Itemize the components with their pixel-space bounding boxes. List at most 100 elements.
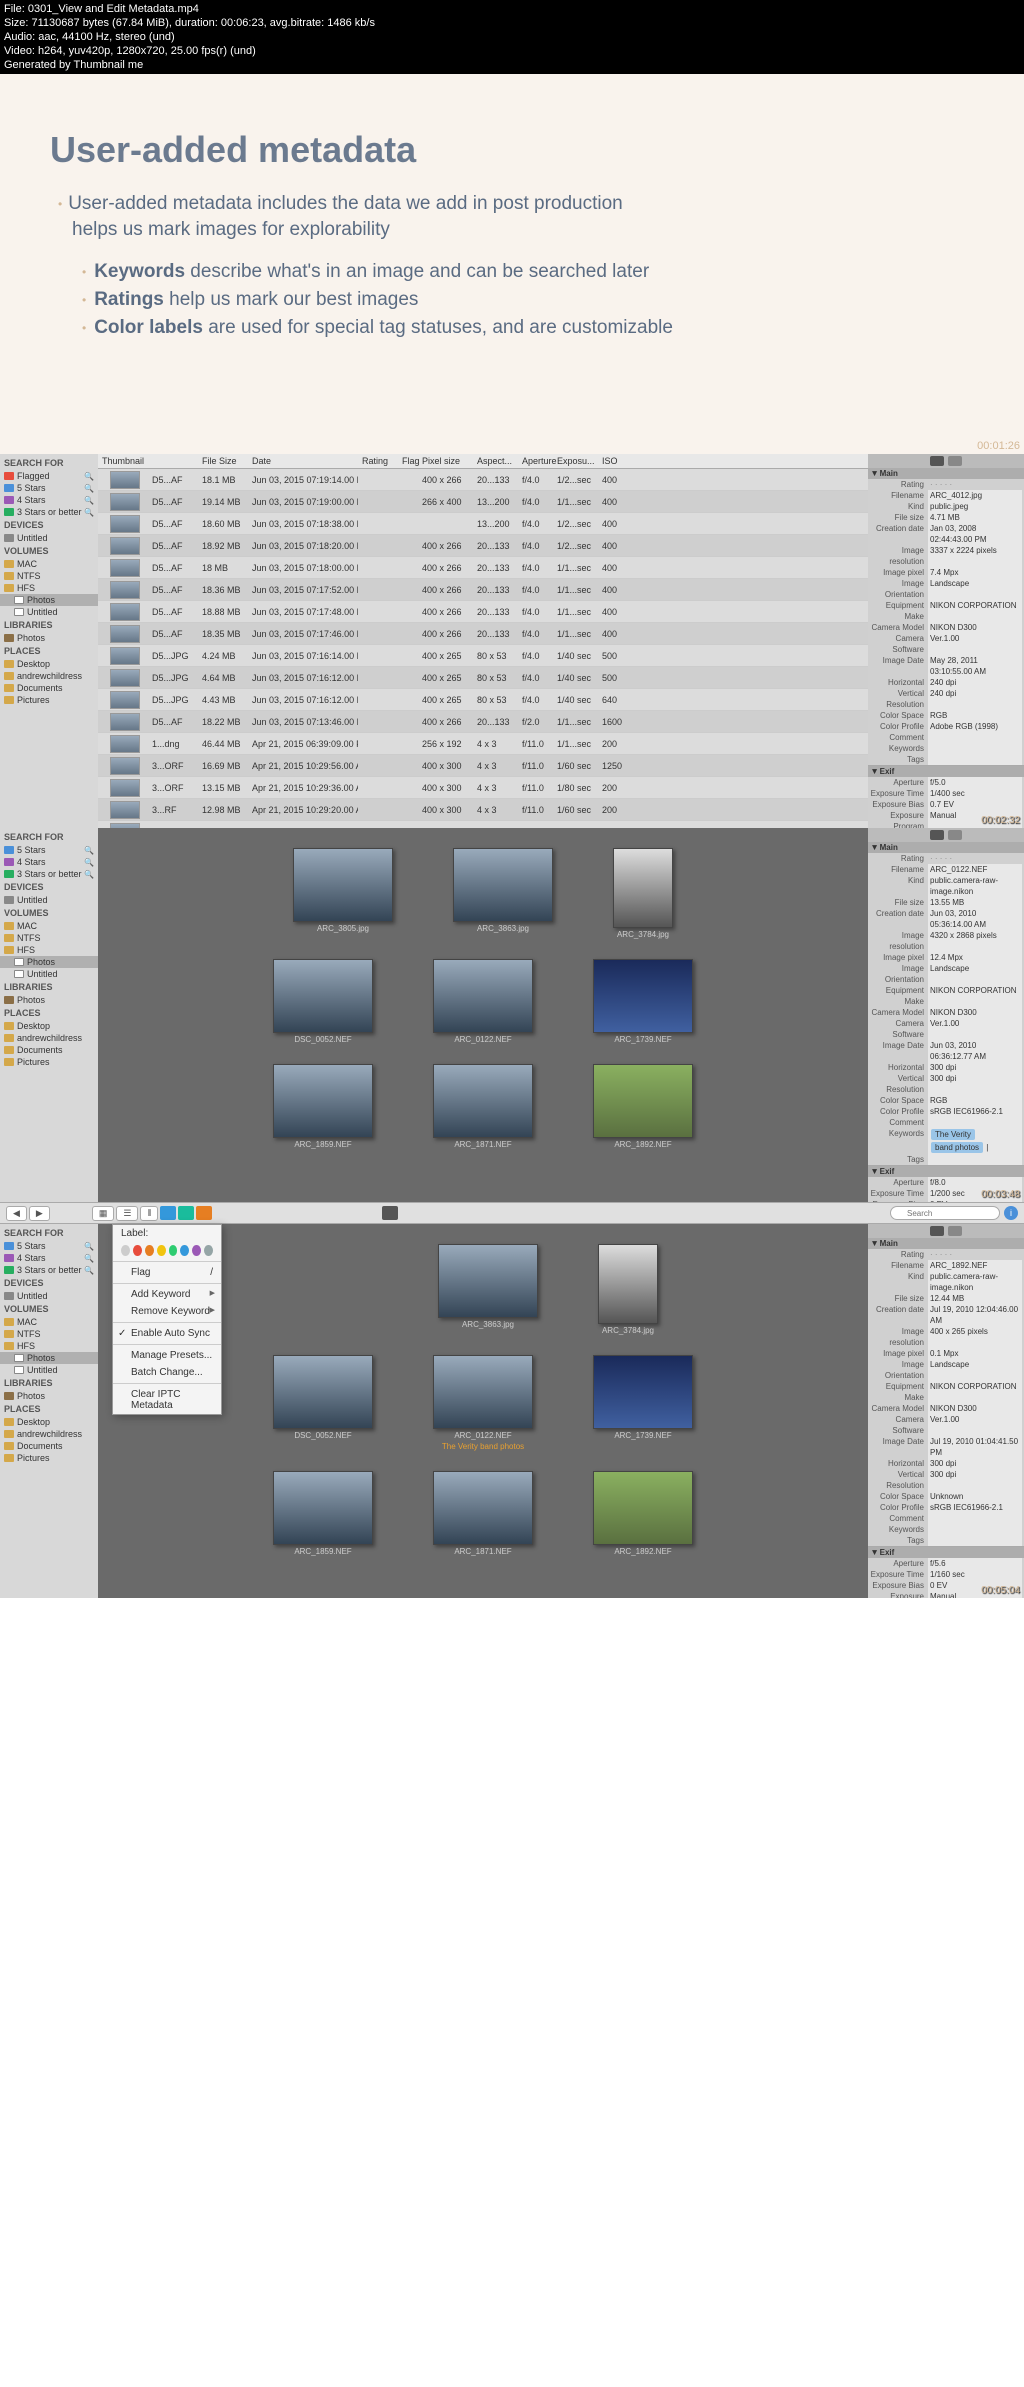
sidebar-ntfs[interactable]: NTFS	[0, 1328, 98, 1340]
file-row[interactable]: 3...RF 12.98 MB Apr 21, 2015 10:29:20.00…	[98, 799, 868, 821]
thumbnail-item[interactable]: ARC_1739.NEF	[593, 1355, 693, 1451]
file-row[interactable]: 3...RF 11.21 MB Apr 21, 2015 10:29:08.00…	[98, 821, 868, 828]
col-date[interactable]: Date	[248, 456, 358, 466]
meta-group-main[interactable]: Main	[868, 468, 1024, 479]
sidebar-hfs[interactable]: HFS	[0, 1340, 98, 1352]
thumbnail-item[interactable]: ARC_3784.jpg	[613, 848, 673, 939]
info-button[interactable]: i	[1004, 1206, 1018, 1220]
col-aperture[interactable]: Aperture	[518, 456, 553, 466]
sidebar-ntfs[interactable]: NTFS	[0, 932, 98, 944]
col-pixel[interactable]: Pixel size	[418, 456, 473, 466]
sidebar-user[interactable]: andrewchildress	[0, 1032, 98, 1044]
sidebar-documents[interactable]: Documents	[0, 1044, 98, 1056]
file-row[interactable]: D5...AF 18.88 MB Jun 03, 2015 07:17:48.0…	[98, 601, 868, 623]
sidebar-hfs[interactable]: HFS	[0, 582, 98, 594]
sidebar-photos-folder[interactable]: Photos	[0, 956, 98, 968]
action-icon[interactable]	[196, 1206, 212, 1220]
thumbnail-item[interactable]: ARC_3805.jpg	[293, 848, 393, 939]
sidebar-untitled[interactable]: Untitled	[0, 532, 98, 544]
sidebar-user[interactable]: andrewchildress	[0, 1428, 98, 1440]
sidebar-desktop[interactable]: Desktop	[0, 658, 98, 670]
color-yellow[interactable]	[157, 1245, 166, 1256]
thumbnail-item[interactable]: ARC_1892.NEF	[593, 1064, 693, 1149]
sidebar-untitled2[interactable]: Untitled	[0, 968, 98, 980]
file-row[interactable]: D5...AF 19.14 MB Jun 03, 2015 07:19:00.0…	[98, 491, 868, 513]
sidebar-flagged[interactable]: Flagged🔍	[0, 470, 98, 482]
sidebar-untitled[interactable]: Untitled	[0, 894, 98, 906]
context-flag[interactable]: Flag/	[113, 1264, 221, 1281]
meta-group-exif[interactable]: Exif	[868, 1166, 1024, 1177]
file-row[interactable]: 3...ORF 16.69 MB Apr 21, 2015 10:29:56.0…	[98, 755, 868, 777]
meta-group-exif[interactable]: Exif	[868, 766, 1024, 777]
view-grid-button[interactable]: ▦	[92, 1206, 115, 1221]
sidebar-5stars[interactable]: 5 Stars🔍	[0, 844, 98, 856]
share-icon[interactable]	[160, 1206, 176, 1220]
thumbnail-item[interactable]: ARC_1859.NEF	[273, 1064, 373, 1149]
meta-group-main[interactable]: Main	[868, 1238, 1024, 1249]
sidebar-desktop[interactable]: Desktop	[0, 1416, 98, 1428]
sidebar-ntfs[interactable]: NTFS	[0, 570, 98, 582]
thumbnail-item[interactable]: ARC_1892.NEF	[593, 1471, 693, 1556]
sidebar-photos-folder[interactable]: Photos	[0, 594, 98, 606]
sidebar-3stars[interactable]: 3 Stars or better🔍	[0, 868, 98, 880]
meta-tab-color[interactable]	[948, 456, 962, 466]
col-rating[interactable]: Rating	[358, 456, 398, 466]
color-blue[interactable]	[180, 1245, 189, 1256]
sidebar-photos-folder[interactable]: Photos	[0, 1352, 98, 1364]
sidebar-5stars[interactable]: 5 Stars🔍	[0, 482, 98, 494]
thumbnail-item[interactable]: ARC_3863.jpg	[453, 848, 553, 939]
file-row[interactable]: D5...AF 18.36 MB Jun 03, 2015 07:17:52.0…	[98, 579, 868, 601]
file-row[interactable]: 3...ORF 13.15 MB Apr 21, 2015 10:29:36.0…	[98, 777, 868, 799]
sidebar-4stars[interactable]: 4 Stars🔍	[0, 856, 98, 868]
search-input[interactable]	[890, 1206, 1000, 1220]
thumbnail-item[interactable]: ARC_1871.NEF	[433, 1471, 533, 1556]
thumbnail-item[interactable]: ARC_3863.jpg	[438, 1244, 538, 1335]
col-filesize[interactable]: File Size	[198, 456, 248, 466]
file-row[interactable]: D5...AF 18.1 MB Jun 03, 2015 07:19:14.00…	[98, 469, 868, 491]
color-red[interactable]	[133, 1245, 142, 1256]
sidebar-photos-lib[interactable]: Photos	[0, 632, 98, 644]
sidebar-user[interactable]: andrewchildress	[0, 670, 98, 682]
nav-forward-button[interactable]: ▶	[29, 1206, 50, 1221]
sidebar-photos-lib[interactable]: Photos	[0, 1390, 98, 1402]
file-row[interactable]: D5...JPG 4.43 MB Jun 03, 2015 07:16:12.0…	[98, 689, 868, 711]
color-none[interactable]	[121, 1245, 130, 1256]
meta-tab-color[interactable]	[948, 1226, 962, 1236]
col-exposure[interactable]: Exposu...	[553, 456, 598, 466]
context-auto-sync[interactable]: Enable Auto Sync	[113, 1325, 221, 1342]
sidebar-untitled2[interactable]: Untitled	[0, 1364, 98, 1376]
color-orange[interactable]	[145, 1245, 154, 1256]
thumbnail-item[interactable]: ARC_1871.NEF	[433, 1064, 533, 1149]
thumbnail-item[interactable]: ARC_1739.NEF	[593, 959, 693, 1044]
context-clear-iptc[interactable]: Clear IPTC Metadata	[113, 1386, 221, 1414]
file-row[interactable]: D5...AF 18.60 MB Jun 03, 2015 07:18:38.0…	[98, 513, 868, 535]
sidebar-mac[interactable]: MAC	[0, 558, 98, 570]
sidebar-5stars[interactable]: 5 Stars🔍	[0, 1240, 98, 1252]
sidebar-mac[interactable]: MAC	[0, 920, 98, 932]
thumbnail-item[interactable]: ARC_0122.NEF	[433, 959, 533, 1044]
color-purple[interactable]	[192, 1245, 201, 1256]
color-grey[interactable]	[204, 1245, 213, 1256]
nav-back-button[interactable]: ◀	[6, 1206, 27, 1221]
slideshow-icon[interactable]	[382, 1206, 398, 1220]
file-row[interactable]: D5...AF 18.35 MB Jun 03, 2015 07:17:46.0…	[98, 623, 868, 645]
sidebar-photos-lib[interactable]: Photos	[0, 994, 98, 1006]
thumbnail-item[interactable]: ARC_0122.NEFThe Verity band photos	[433, 1355, 533, 1451]
context-batch-change[interactable]: Batch Change...	[113, 1364, 221, 1381]
meta-tab-info[interactable]	[930, 830, 944, 840]
file-row[interactable]: D5...JPG 4.24 MB Jun 03, 2015 07:16:14.0…	[98, 645, 868, 667]
context-add-keyword[interactable]: Add Keyword	[113, 1286, 221, 1303]
sidebar-pictures[interactable]: Pictures	[0, 694, 98, 706]
file-row[interactable]: D5...JPG 4.64 MB Jun 03, 2015 07:16:12.0…	[98, 667, 868, 689]
thumbnail-item[interactable]: ARC_3784.jpg	[598, 1244, 658, 1335]
col-thumbnail[interactable]: Thumbnail	[98, 456, 148, 466]
thumbnail-item[interactable]: DSC_0052.NEF	[273, 1355, 373, 1451]
sidebar-pictures[interactable]: Pictures	[0, 1452, 98, 1464]
col-iso[interactable]: ISO	[598, 456, 623, 466]
view-columns-button[interactable]: ⫴	[140, 1206, 158, 1221]
sidebar-mac[interactable]: MAC	[0, 1316, 98, 1328]
col-aspect[interactable]: Aspect...	[473, 456, 518, 466]
color-green[interactable]	[169, 1245, 178, 1256]
sidebar-4stars[interactable]: 4 Stars🔍	[0, 1252, 98, 1264]
meta-group-exif[interactable]: Exif	[868, 1547, 1024, 1558]
